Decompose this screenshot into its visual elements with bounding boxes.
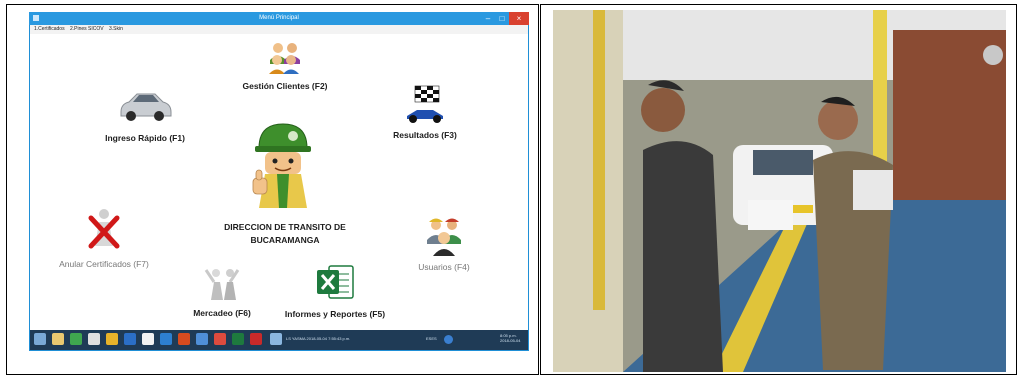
left-panel: Menú Principal – □ × 1.Certificados 2.Pi…	[6, 4, 539, 375]
office-icon[interactable]	[178, 333, 190, 345]
app-icon-lightblue[interactable]	[196, 333, 208, 345]
running-app-icon[interactable]	[270, 333, 282, 345]
right-panel	[540, 4, 1017, 375]
app-icon-blue[interactable]	[124, 333, 136, 345]
taskbar-task-label[interactable]: LS YASMA 2018-05-04 7:55:43 p.m.	[286, 336, 350, 341]
minimize-button[interactable]: –	[481, 12, 495, 25]
organization-title-line2: BUCARAMANGA	[250, 235, 320, 245]
maximize-button[interactable]: □	[495, 12, 509, 25]
person-red-cross-icon	[88, 209, 120, 249]
hp-icon[interactable]	[142, 333, 154, 345]
marketing-people-icon	[204, 269, 240, 300]
app-icon-green[interactable]	[70, 333, 82, 345]
gestion-clientes-button[interactable]: Gestión Clientes (F2)	[220, 40, 350, 91]
gestion-clientes-label: Gestión Clientes (F2)	[242, 81, 328, 91]
mascot-logo	[208, 122, 358, 215]
menu-item-pines-sicov[interactable]: 2.Pines SICOV	[70, 26, 104, 32]
tray-network-icon[interactable]	[444, 335, 453, 344]
clock-date: 2018-05-04	[500, 338, 521, 343]
taskbar-clock[interactable]: 8:05 p.m. 2018-05-04	[500, 333, 520, 343]
close-button[interactable]: ×	[509, 12, 529, 25]
resultados-label: Resultados (F3)	[393, 130, 457, 140]
ingreso-rapido-button[interactable]: Ingreso Rápido (F1)	[80, 84, 210, 143]
anular-certificados-button[interactable]: Anular Certificados (F7)	[34, 206, 174, 269]
checkered-flag-race-car-icon	[407, 85, 443, 123]
ingreso-rapido-label: Ingreso Rápido (F1)	[105, 133, 185, 143]
file-explorer-icon[interactable]	[52, 333, 64, 345]
title-bar[interactable]: Menú Principal – □ ×	[29, 12, 529, 25]
excel-taskbar-icon[interactable]	[232, 333, 244, 345]
app-icon-white[interactable]	[88, 333, 100, 345]
organization-title: DIRECCION DE TRANSITO DE BUCARAMANGA	[200, 222, 370, 245]
informes-reportes-button[interactable]: Informes y Reportes (F5)	[270, 262, 400, 319]
main-menu-area: Gestión Clientes (F2) Ingreso Rápido (F1…	[30, 34, 528, 330]
mercadeo-label: Mercadeo (F6)	[193, 308, 251, 318]
people-group-icon	[269, 43, 300, 74]
usuarios-label: Usuarios (F4)	[418, 262, 470, 272]
excel-icon	[317, 265, 354, 299]
app-window: Menú Principal – □ × 1.Certificados 2.Pi…	[29, 12, 529, 351]
internet-explorer-icon[interactable]	[160, 333, 172, 345]
users-group-icon	[427, 218, 461, 256]
taskbar: LS YASMA 2018-05-04 7:55:43 p.m. ESES 8:…	[30, 330, 528, 350]
menu-item-certificados[interactable]: 1.Certificados	[34, 26, 65, 32]
tray-language-label[interactable]: ESES	[426, 336, 437, 341]
car-icon	[120, 93, 172, 121]
usuarios-button[interactable]: Usuarios (F4)	[394, 216, 494, 272]
window-title: Menú Principal	[259, 15, 299, 21]
chrome-icon[interactable]	[214, 333, 226, 345]
informes-reportes-label: Informes y Reportes (F5)	[284, 309, 386, 319]
organization-title-line1: DIRECCION DE TRANSITO DE	[224, 222, 346, 232]
anular-certificados-label: Anular Certificados (F7)	[59, 259, 149, 269]
app-icon-red[interactable]	[250, 333, 262, 345]
menu-bar: 1.Certificados 2.Pines SICOV 3.Skin	[30, 25, 528, 34]
menu-item-skin[interactable]: 3.Skin	[109, 26, 123, 32]
resultados-button[interactable]: Resultados (F3)	[360, 84, 490, 140]
windows-start-icon[interactable]	[34, 333, 46, 345]
helmet-worker-thumbs-up-icon	[252, 123, 311, 208]
app-icon	[33, 15, 39, 21]
inspection-station-photo	[553, 10, 1006, 372]
app-icon-yellow[interactable]	[106, 333, 118, 345]
mercadeo-button[interactable]: Mercadeo (F6)	[182, 266, 262, 318]
